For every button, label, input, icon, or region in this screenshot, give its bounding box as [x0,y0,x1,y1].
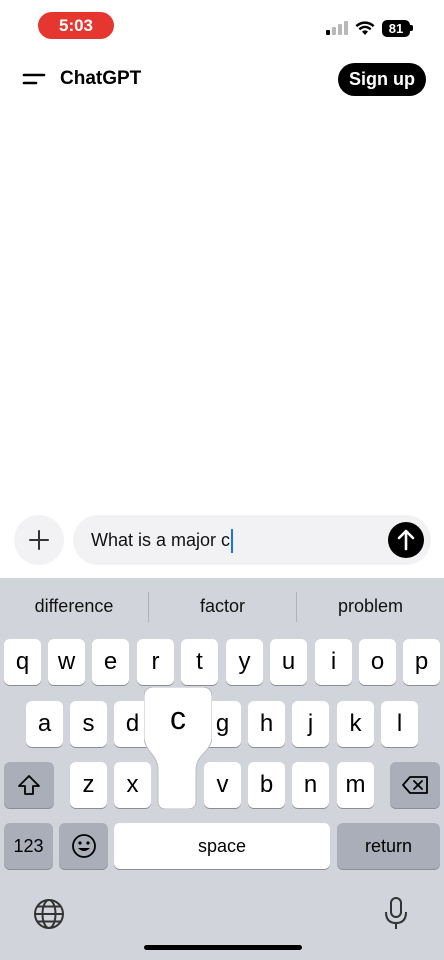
globe-icon[interactable] [32,897,66,931]
key-y[interactable]: y [226,639,263,685]
wifi-icon [355,21,375,35]
key-e[interactable]: e [92,639,129,685]
key-l[interactable]: l [381,701,418,747]
key-b[interactable]: b [248,762,285,808]
key-h[interactable]: h [248,701,285,747]
key-p[interactable]: p [403,639,440,685]
battery-level: 81 [382,20,410,37]
key-n[interactable]: n [292,762,329,808]
suggestion-item[interactable]: problem [297,596,444,617]
text-caret [231,529,234,553]
key-w[interactable]: w [48,639,85,685]
key-i[interactable]: i [315,639,352,685]
backspace-icon [402,776,428,794]
suggestion-item[interactable]: difference [0,596,148,617]
status-time: 5:03 [38,12,114,39]
plus-icon [29,530,49,550]
delete-key[interactable] [390,762,440,808]
numbers-key[interactable]: 123 [4,823,53,869]
shift-key[interactable] [4,762,54,808]
emoji-key[interactable] [59,823,108,869]
attach-button[interactable] [14,515,64,565]
home-indicator [144,945,302,950]
key-r[interactable]: r [137,639,174,685]
app-title: ChatGPT [60,68,142,89]
microphone-icon[interactable] [384,896,408,932]
emoji-icon [71,834,96,858]
return-key[interactable]: return [337,823,440,869]
key-k[interactable]: k [337,701,374,747]
key-j[interactable]: j [292,701,329,747]
key-q[interactable]: q [4,639,41,685]
suggestion-item[interactable]: factor [149,596,296,617]
sign-up-button[interactable]: Sign up [338,63,426,96]
battery-indicator: 81 [382,20,413,37]
message-input-value: What is a major c [91,529,231,550]
key-a[interactable]: a [26,701,63,747]
key-t[interactable]: t [181,639,218,685]
key-m[interactable]: m [337,762,374,808]
send-button[interactable] [388,522,424,558]
message-input[interactable]: What is a major c [73,515,431,565]
shift-icon [18,775,40,795]
key-popup-label: c [170,700,186,736]
status-bar: 5:03 81 [0,0,444,52]
key-z[interactable]: z [70,762,107,808]
key-o[interactable]: o [359,639,396,685]
menu-icon[interactable] [16,64,52,94]
message-composer: What is a major c [0,514,444,566]
suggestion-bar: difference factor problem [0,578,444,634]
key-u[interactable]: u [270,639,307,685]
key-s[interactable]: s [70,701,107,747]
battery-cap [410,25,413,31]
message-input-text: What is a major c [91,529,234,553]
space-key[interactable]: space [114,823,330,869]
cellular-signal-icon [326,21,348,35]
app-header: ChatGPT Sign up [0,56,444,104]
